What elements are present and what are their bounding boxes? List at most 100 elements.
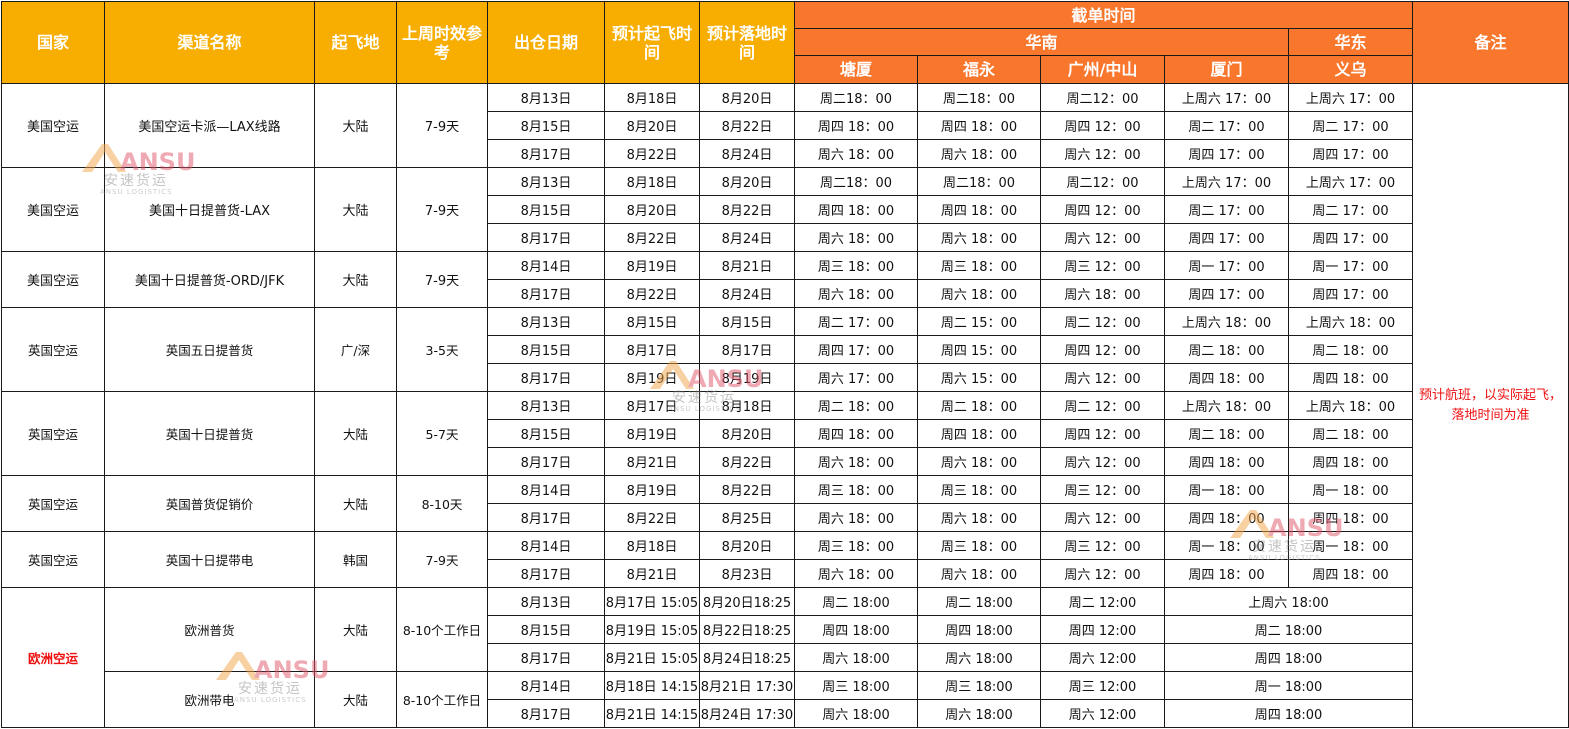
arrival-cell: 8月20日 xyxy=(699,83,795,112)
departure-cell: 8月17日 15:05 xyxy=(604,587,700,616)
warehouse-date-cell: 8月17日 xyxy=(487,139,605,168)
cutoff-tangxia-cell: 周六 18：00 xyxy=(794,223,918,252)
origin-cell: 大陆 xyxy=(314,391,397,476)
departure-cell: 8月18日 xyxy=(604,167,700,196)
departure-cell: 8月21日 14:15 xyxy=(604,699,700,728)
cutoff-fuyong-cell: 周三 18：00 xyxy=(917,251,1041,280)
cutoff-fuyong-cell: 周四 18：00 xyxy=(917,419,1041,448)
cutoff-xiamen-cell: 周二 18：00 xyxy=(1164,419,1289,448)
header-last-week-transit: 上周时效参考 xyxy=(396,1,488,84)
cutoff-yiwu-cell: 上周六 17：00 xyxy=(1287,167,1414,196)
cutoff-xiamen-cell: 周四 18：00 xyxy=(1164,447,1289,476)
arrival-cell: 8月24日 17:30 xyxy=(699,699,795,728)
header-region-east: 华东 xyxy=(1287,28,1414,56)
departure-cell: 8月21日 15:05 xyxy=(604,643,700,672)
cutoff-tangxia-cell: 周二18：00 xyxy=(794,167,918,196)
cutoff-xiamen-cell: 上周六 18：00 xyxy=(1164,307,1289,336)
arrival-cell: 8月20日 xyxy=(699,531,795,560)
country-cell: 英国空运 xyxy=(1,531,105,588)
country-cell: 英国空运 xyxy=(1,391,105,476)
warehouse-date-cell: 8月17日 xyxy=(487,279,605,308)
country-cell: 欧洲空运 xyxy=(1,587,105,728)
transit-cell: 7-9天 xyxy=(396,167,488,252)
table-row: 英国空运 英国五日提普货 广/深 3-5天 8月13日 8月15日 8月15日 周二 17：0… xyxy=(1,307,1569,392)
header-warehouse-date: 出仓日期 xyxy=(487,1,605,84)
warehouse-date-cell: 8月15日 xyxy=(487,419,605,448)
table-row: 美国空运 美国十日提普货-ORD/JFK 大陆 7-9天 8月14日 8月19日 8月21日… xyxy=(1,251,1569,308)
arrival-cell: 8月22日18:25 xyxy=(699,615,795,644)
cutoff-guangzhou-zhongshan-cell: 周四 12：00 xyxy=(1040,111,1165,140)
header-city-xiamen: 厦门 xyxy=(1164,55,1289,84)
departure-cell: 8月20日 xyxy=(604,111,700,140)
country-cell: 英国空运 xyxy=(1,307,105,392)
cutoff-guangzhou-zhongshan-cell: 周六 12：00 xyxy=(1040,559,1165,588)
arrival-cell: 8月22日 xyxy=(699,195,795,224)
country-cell: 美国空运 xyxy=(1,167,105,252)
arrival-cell: 8月24日 xyxy=(699,139,795,168)
departure-cell: 8月21日 xyxy=(604,559,700,588)
header-remark: 备注 xyxy=(1412,1,1569,84)
departure-cell: 8月22日 xyxy=(604,223,700,252)
cutoff-guangzhou-zhongshan-cell: 周四 12:00 xyxy=(1040,615,1165,644)
origin-cell: 大陆 xyxy=(314,587,397,672)
cutoff-fuyong-cell: 周六 18：00 xyxy=(917,139,1041,168)
cutoff-fuyong-cell: 周六 15：00 xyxy=(917,363,1041,392)
cutoff-yiwu-cell: 周一 17：00 xyxy=(1287,251,1414,280)
cutoff-tangxia-cell: 周三 18：00 xyxy=(794,531,918,560)
table-row: 英国空运 英国十日提带电 韩国 7-9天 8月14日 8月18日 8月20日 周三 18：00… xyxy=(1,531,1569,588)
departure-cell: 8月22日 xyxy=(604,279,700,308)
arrival-cell: 8月25日 xyxy=(699,503,795,532)
arrival-cell: 8月24日 xyxy=(699,279,795,308)
arrival-cell: 8月21日 xyxy=(699,251,795,280)
departure-cell: 8月18日 14:15 xyxy=(604,671,700,700)
cutoff-tangxia-cell: 周二18：00 xyxy=(794,83,918,112)
cutoff-fuyong-cell: 周四 18:00 xyxy=(917,615,1041,644)
cutoff-tangxia-cell: 周四 18：00 xyxy=(794,419,918,448)
cutoff-fuyong-cell: 周四 18：00 xyxy=(917,111,1041,140)
cutoff-fuyong-cell: 周六 18:00 xyxy=(917,699,1041,728)
arrival-cell: 8月19日 xyxy=(699,363,795,392)
warehouse-date-cell: 8月17日 xyxy=(487,363,605,392)
warehouse-date-cell: 8月17日 xyxy=(487,559,605,588)
cutoff-yiwu-cell: 周四 18：00 xyxy=(1287,503,1414,532)
channel-cell: 美国十日提普货-LAX xyxy=(104,167,315,252)
cutoff-yiwu-cell: 周二 17：00 xyxy=(1287,195,1414,224)
departure-cell: 8月22日 xyxy=(604,503,700,532)
header-city-fuyong: 福永 xyxy=(917,55,1041,84)
schedule-table: 国家 渠道名称 起飞地 上周时效参考 出仓日期 预计起飞时间 预计落地时间 截单… xyxy=(1,1,1569,728)
cutoff-tangxia-cell: 周六 17：00 xyxy=(794,363,918,392)
header-country: 国家 xyxy=(1,1,105,84)
cutoff-tangxia-cell: 周二 18:00 xyxy=(794,587,918,616)
cutoff-guangzhou-zhongshan-cell: 周二12：00 xyxy=(1040,83,1165,112)
cutoff-xiamen-yiwu-cell: 周一 18:00 xyxy=(1163,671,1414,700)
warehouse-date-cell: 8月15日 xyxy=(487,195,605,224)
cutoff-guangzhou-zhongshan-cell: 周六 18：00 xyxy=(1040,279,1165,308)
origin-cell: 大陆 xyxy=(314,251,397,308)
cutoff-yiwu-cell: 周四 17：00 xyxy=(1287,223,1414,252)
warehouse-date-cell: 8月13日 xyxy=(487,167,605,196)
warehouse-date-cell: 8月13日 xyxy=(487,391,605,420)
departure-cell: 8月22日 xyxy=(604,139,700,168)
origin-cell: 广/深 xyxy=(314,307,397,392)
channel-cell: 欧洲带电 xyxy=(104,671,315,728)
cutoff-guangzhou-zhongshan-cell: 周四 12：00 xyxy=(1040,335,1165,364)
warehouse-date-cell: 8月13日 xyxy=(487,307,605,336)
cutoff-guangzhou-zhongshan-cell: 周六 12：00 xyxy=(1040,363,1165,392)
cutoff-xiamen-yiwu-cell: 周四 18:00 xyxy=(1163,643,1414,672)
departure-cell: 8月17日 xyxy=(604,335,700,364)
cutoff-tangxia-cell: 周三 18：00 xyxy=(794,251,918,280)
cutoff-fuyong-cell: 周二 18:00 xyxy=(917,587,1041,616)
departure-cell: 8月19日 xyxy=(604,475,700,504)
country-cell: 英国空运 xyxy=(1,475,105,532)
channel-cell: 英国十日提普货 xyxy=(104,391,315,476)
arrival-cell: 8月23日 xyxy=(699,559,795,588)
origin-cell: 大陆 xyxy=(314,167,397,252)
warehouse-date-cell: 8月14日 xyxy=(487,251,605,280)
cutoff-tangxia-cell: 周六 18:00 xyxy=(794,699,918,728)
departure-cell: 8月21日 xyxy=(604,447,700,476)
departure-cell: 8月19日 15:05 xyxy=(604,615,700,644)
cutoff-tangxia-cell: 周二 17：00 xyxy=(794,307,918,336)
cutoff-yiwu-cell: 上周六 18：00 xyxy=(1287,307,1414,336)
header-city-tangxia: 塘厦 xyxy=(794,55,918,84)
table-row: 美国空运 美国空运卡派—LAX线路 大陆 7-9天 8月13日 8月18日 8月20日 周二1… xyxy=(1,83,1569,728)
